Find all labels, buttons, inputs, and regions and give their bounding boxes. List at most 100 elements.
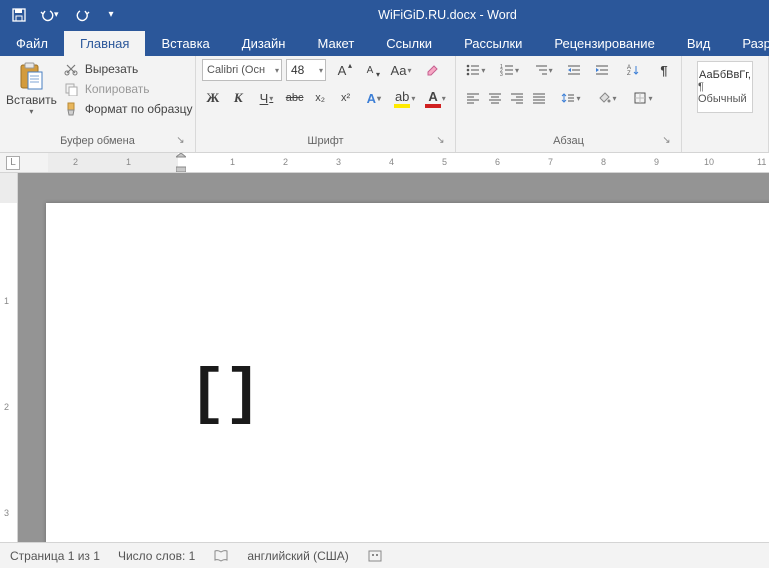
- status-language[interactable]: английский (США): [247, 549, 348, 563]
- group-paragraph: ▾ 123▾ ▾ AZ ¶ ▾ ▾ ▾ Абзац: [456, 56, 682, 152]
- bullets-button[interactable]: ▾: [462, 59, 490, 81]
- svg-text:Z: Z: [627, 71, 631, 77]
- outdent-icon: [567, 64, 581, 76]
- font-group-text: Шрифт: [307, 135, 343, 147]
- underline-button[interactable]: Ч▾: [253, 87, 280, 109]
- line-spacing-icon: [561, 91, 575, 105]
- status-page[interactable]: Страница 1 из 1: [10, 549, 100, 563]
- font-size-value: 48: [291, 63, 304, 77]
- page-container: []: [18, 173, 769, 542]
- tab-file[interactable]: Файл: [0, 31, 64, 56]
- change-case-button[interactable]: Aa▾: [386, 59, 416, 81]
- horizontal-ruler-row: L 2 1 1 2 3 4 5 6 7 8 9 10 11: [0, 153, 769, 173]
- redo-button[interactable]: [72, 4, 94, 26]
- highlight-button[interactable]: ab▾: [391, 87, 418, 109]
- status-word-count[interactable]: Число слов: 1: [118, 549, 195, 563]
- status-spellcheck[interactable]: [213, 548, 229, 564]
- brush-icon: [63, 101, 79, 117]
- bullets-icon: [466, 64, 480, 76]
- line-spacing-button[interactable]: ▾: [556, 87, 586, 109]
- tab-design[interactable]: Дизайн: [226, 31, 302, 56]
- justify-button[interactable]: [528, 87, 550, 109]
- multilevel-button[interactable]: ▾: [529, 59, 557, 81]
- indent-marker[interactable]: [176, 153, 186, 172]
- shading-button[interactable]: ▾: [592, 87, 622, 109]
- numbering-dropdown-icon: ▾: [515, 66, 519, 75]
- text-effects-dropdown-icon: ▾: [377, 94, 381, 103]
- tab-mailings[interactable]: Рассылки: [448, 31, 538, 56]
- tab-layout[interactable]: Макет: [301, 31, 370, 56]
- vertical-ruler[interactable]: 1 2 3: [0, 173, 18, 542]
- cut-label: Вырезать: [85, 62, 138, 76]
- ruler-tick: 2: [73, 157, 78, 167]
- font-name-combobox[interactable]: Calibri (Осн ▾: [202, 59, 282, 81]
- font-dialog-launcher[interactable]: ↘: [434, 134, 447, 147]
- document-text[interactable]: []: [189, 359, 259, 430]
- document-page[interactable]: []: [46, 203, 769, 542]
- book-icon: [213, 548, 229, 564]
- grow-font-button[interactable]: A▴: [330, 59, 354, 81]
- paste-button[interactable]: Вставить ▾: [6, 59, 57, 133]
- decrease-indent-button[interactable]: [563, 59, 585, 81]
- shrink-font-button[interactable]: A▾: [358, 59, 382, 81]
- clear-formatting-button[interactable]: [420, 59, 444, 81]
- status-macro[interactable]: [367, 548, 383, 564]
- superscript-button[interactable]: x²: [335, 87, 357, 109]
- copy-label: Копировать: [85, 82, 150, 96]
- change-case-dropdown-icon: ▾: [407, 66, 411, 75]
- sort-button[interactable]: AZ: [619, 59, 647, 81]
- increase-indent-button[interactable]: [591, 59, 613, 81]
- align-right-button[interactable]: [506, 87, 528, 109]
- document-area: 1 2 3 []: [0, 173, 769, 542]
- font-size-combobox[interactable]: 48 ▾: [286, 59, 326, 81]
- status-page-text: Страница 1 из 1: [10, 549, 100, 563]
- style-normal[interactable]: АаБбВвГг, ¶ Обычный: [697, 61, 753, 113]
- macro-icon: [367, 548, 383, 564]
- styles-group-label: [688, 133, 762, 149]
- font-color-button[interactable]: A▾: [422, 87, 449, 109]
- borders-dropdown-icon: ▾: [648, 94, 652, 103]
- tab-insert[interactable]: Вставка: [145, 31, 225, 56]
- format-painter-button[interactable]: Формат по образцу: [63, 101, 193, 117]
- horizontal-ruler[interactable]: 2 1 1 2 3 4 5 6 7 8 9 10 11: [48, 153, 769, 172]
- italic-button[interactable]: К: [228, 87, 250, 109]
- undo-dropdown-icon: ▾: [54, 9, 62, 20]
- tab-developer[interactable]: Разработчик: [726, 31, 769, 56]
- multilevel-icon: [534, 64, 548, 76]
- align-center-button[interactable]: [484, 87, 506, 109]
- qat-customize-button[interactable]: ▾: [104, 4, 118, 26]
- font-name-dropdown-icon: ▾: [275, 66, 279, 75]
- format-painter-label: Формат по образцу: [85, 102, 193, 116]
- copy-button[interactable]: Копировать: [63, 81, 193, 97]
- text-effects-button[interactable]: A▾: [360, 87, 387, 109]
- numbering-button[interactable]: 123▾: [496, 59, 524, 81]
- align-left-button[interactable]: [462, 87, 484, 109]
- subscript-button[interactable]: x₂: [309, 87, 331, 109]
- tab-references[interactable]: Ссылки: [370, 31, 448, 56]
- cut-button[interactable]: Вырезать: [63, 61, 193, 77]
- bold-button[interactable]: Ж: [202, 87, 224, 109]
- strikethrough-button[interactable]: abc: [284, 87, 306, 109]
- paragraph-dialog-launcher[interactable]: ↘: [660, 134, 673, 147]
- status-bar: Страница 1 из 1 Число слов: 1 английский…: [0, 542, 769, 568]
- tab-selector[interactable]: L: [0, 153, 48, 172]
- title-bar: ▾ ▾ WiFiGiD.RU.docx - Word: [0, 0, 769, 29]
- paste-dropdown-icon: ▾: [29, 107, 33, 116]
- save-button[interactable]: [8, 4, 30, 26]
- show-marks-button[interactable]: ¶: [653, 59, 675, 81]
- numbering-icon: 123: [500, 64, 514, 76]
- status-lang-text: английский (США): [247, 549, 348, 563]
- shading-dropdown-icon: ▾: [612, 94, 616, 103]
- eraser-icon: [425, 63, 439, 77]
- tab-view[interactable]: Вид: [671, 31, 727, 56]
- sort-icon: AZ: [626, 63, 640, 77]
- tab-review[interactable]: Рецензирование: [538, 31, 670, 56]
- borders-button[interactable]: ▾: [628, 87, 658, 109]
- text-effects-label: A: [367, 91, 376, 106]
- font-color-dropdown-icon: ▾: [442, 94, 446, 103]
- tab-home[interactable]: Главная: [64, 31, 145, 56]
- clipboard-dialog-launcher[interactable]: ↘: [174, 134, 187, 147]
- group-font: Calibri (Осн ▾ 48 ▾ A▴ A▾ Aa▾: [196, 56, 456, 152]
- style-preview: АаБбВвГг,: [699, 69, 751, 81]
- undo-button[interactable]: ▾: [40, 4, 62, 26]
